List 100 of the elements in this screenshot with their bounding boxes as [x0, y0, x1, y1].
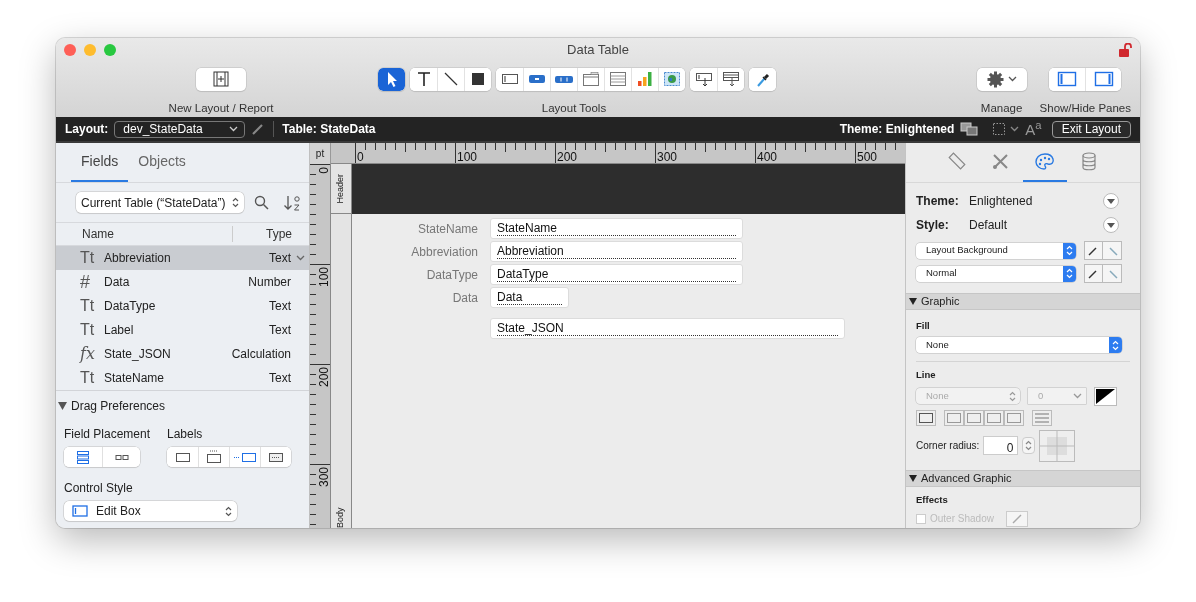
property-label: Effects	[916, 492, 949, 507]
field-type-icon: Tt	[80, 370, 104, 386]
eyedropper-button[interactable]	[1084, 264, 1103, 283]
chevron-icon	[1073, 393, 1082, 399]
caret-icon	[1107, 198, 1115, 204]
table-select[interactable]: Current Table (“StateData”)	[76, 192, 244, 213]
stepper-icon	[232, 197, 239, 208]
ruler-number: 500	[857, 151, 878, 163]
tool-button[interactable]	[496, 67, 523, 91]
fill-select[interactable]: None	[916, 337, 1122, 354]
label-position-button[interactable]	[260, 447, 291, 467]
toolbar-label: Layout Tools	[541, 100, 607, 116]
tool-button[interactable]	[378, 67, 405, 91]
property-label: Corner radius:	[916, 439, 980, 453]
field-row[interactable]: Tt DataType Text	[56, 294, 309, 318]
tool-button[interactable]	[749, 67, 776, 91]
layout-field[interactable]: DataType	[490, 264, 743, 285]
lock-icon	[1119, 42, 1132, 57]
group-label: Control Style	[64, 480, 134, 497]
sort-icon	[283, 193, 303, 212]
field-name: DataType	[104, 298, 157, 315]
field-type-icon: Tt	[80, 298, 104, 314]
ruler-number: 400	[757, 151, 778, 163]
layout-field[interactable]: Data	[490, 287, 569, 308]
corner-radius-field[interactable]: 0	[983, 436, 1019, 455]
section-title: Advanced Graphic	[921, 470, 1012, 486]
color-swatch	[1094, 386, 1117, 406]
ruler-number: 200	[318, 367, 330, 388]
exit-layout-button[interactable]: Exit Layout	[1051, 120, 1131, 138]
part-picker-icon	[722, 70, 740, 89]
menu-button[interactable]	[1103, 193, 1119, 209]
ruler-number: 100	[457, 151, 478, 163]
state-select[interactable]: Normal	[916, 265, 1076, 282]
menu-button[interactable]	[1103, 217, 1119, 233]
corner-drawing	[1039, 429, 1076, 462]
layout-field[interactable]: State_JSON	[490, 318, 845, 339]
label-position-button[interactable]	[167, 447, 198, 467]
border-button[interactable]	[916, 409, 936, 426]
object-select[interactable]: Layout Background	[916, 242, 1076, 259]
field-type: Text	[268, 322, 291, 339]
field-type-icon: Tt	[80, 250, 104, 266]
portal-icon	[609, 70, 627, 89]
field-type-icon: fx	[80, 346, 104, 362]
chevron-icon	[229, 126, 239, 132]
new-layout-button[interactable]	[196, 67, 246, 91]
field-row[interactable]: Tt Abbreviation Text	[56, 246, 309, 270]
pane-toggle-button[interactable]	[1049, 67, 1086, 91]
layout-field[interactable]: Abbreviation	[490, 241, 743, 262]
pane-tab[interactable]: Fields	[71, 151, 129, 182]
pane-tab[interactable]: Objects	[128, 151, 196, 182]
layout-field[interactable]: StateName	[490, 218, 743, 239]
grid-menu-button[interactable]	[992, 122, 1020, 136]
grid-icon	[992, 122, 1007, 136]
chevron-icon	[1010, 126, 1020, 132]
toolbar-label: Show/Hide Panes	[1039, 100, 1131, 116]
field-type: Text	[268, 370, 291, 387]
label-position-button[interactable]	[198, 447, 229, 467]
layout-icon	[213, 71, 229, 88]
stepper-icon	[1112, 339, 1119, 351]
ruler-number: 0	[357, 151, 364, 163]
section-header[interactable]: Graphic	[906, 293, 1140, 310]
ruler-number: 300	[657, 151, 678, 163]
control-style-select[interactable]: Edit Box	[64, 501, 237, 521]
field-name: Data	[104, 274, 131, 291]
close-button[interactable]	[64, 43, 76, 56]
tool-button[interactable]	[410, 67, 437, 91]
column-header[interactable]: Name	[56, 225, 232, 243]
column-header[interactable]: Type	[233, 225, 292, 243]
eyedropper-button[interactable]	[1084, 241, 1103, 260]
tool-button[interactable]	[690, 67, 717, 91]
section-header[interactable]: Advanced Graphic	[906, 469, 1140, 487]
field-row[interactable]: # Data Number	[56, 270, 309, 294]
disclosure-triangle-icon	[58, 402, 67, 410]
label-position-button[interactable]	[229, 447, 260, 467]
field-label: Data	[451, 289, 478, 307]
layout-select[interactable]: dev_StateData	[114, 120, 246, 138]
field-label: StateName	[416, 220, 478, 238]
border-icon	[947, 412, 961, 423]
manage-button[interactable]	[976, 67, 1027, 91]
pane-icon	[1057, 71, 1078, 88]
placement-button[interactable]	[102, 447, 140, 467]
layout-label: Layout:	[65, 121, 109, 138]
group-label: Labels	[167, 426, 203, 443]
field-row[interactable]: fx State_JSON Calculation	[56, 342, 309, 366]
section-toggle[interactable]: Drag Preferences	[58, 397, 309, 415]
tool-button[interactable]	[717, 67, 744, 91]
stepper-button[interactable]	[1022, 437, 1036, 454]
font-button[interactable]: A$^{a}$	[1025, 121, 1042, 137]
placement-icon	[76, 449, 90, 465]
field-row[interactable]: Tt Label Text	[56, 318, 309, 342]
placement-button[interactable]	[64, 447, 102, 467]
tool-button[interactable]	[464, 67, 491, 91]
pane-toggle-button[interactable]	[1085, 67, 1122, 91]
field-name: Label	[104, 322, 135, 339]
field-type: Text	[268, 298, 291, 315]
tab-control-icon	[582, 70, 600, 89]
table-name: Table: StateData	[282, 121, 376, 138]
window-title: Data Table	[567, 41, 629, 60]
field-label: Abbreviation	[410, 243, 478, 261]
field-row[interactable]: Tt StateName Text	[56, 366, 309, 390]
